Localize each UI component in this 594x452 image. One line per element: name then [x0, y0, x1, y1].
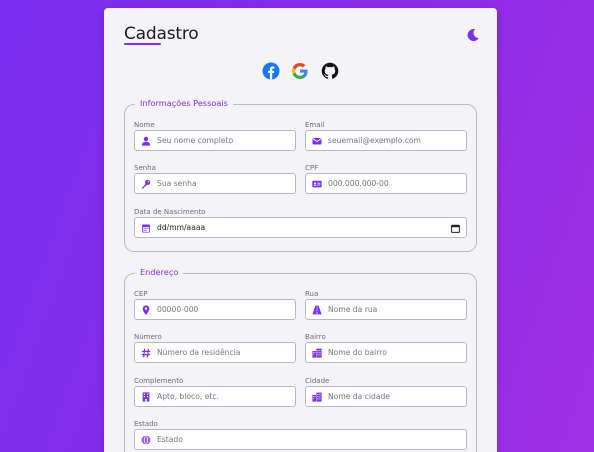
section-legend: Endereço [135, 267, 184, 277]
input-placeholder: seuemail@exemplo.com [328, 136, 421, 145]
cpf-input[interactable]: 000.000.000-00 [305, 173, 467, 194]
city-icon [312, 348, 322, 358]
input-placeholder: Número da residência [157, 348, 241, 357]
key-icon [142, 179, 151, 188]
input-placeholder: 00000-000 [157, 305, 199, 314]
cidade-input[interactable]: Nome da cidade [305, 386, 467, 407]
numero-input[interactable]: Número da residência [134, 342, 296, 363]
input-placeholder: 000.000.000-00 [328, 179, 389, 188]
city-icon [312, 392, 322, 402]
field-label: CEP [134, 290, 148, 298]
rua-input[interactable]: Nome da rua [305, 299, 467, 320]
map-pin-icon [142, 304, 150, 315]
input-placeholder: Nome da cidade [328, 392, 390, 401]
input-placeholder: Nome do bairro [328, 348, 387, 357]
hashtag-icon [141, 348, 151, 357]
date-value: dd/mm/aaaa [157, 223, 206, 232]
field-label: Data de Nascimento [134, 208, 206, 216]
senha-input[interactable]: Sua senha [134, 173, 296, 194]
field-label: Cidade [305, 377, 330, 385]
field-label: Rua [305, 290, 319, 298]
registration-card: Cadastro Informações Pessoais Nome Seu n… [104, 8, 497, 452]
road-icon [312, 305, 322, 314]
page-title: Cadastro [124, 24, 199, 44]
address-section: Endereço CEP 00000-000 Rua Nome da rua N… [124, 267, 477, 452]
github-icon[interactable] [321, 62, 339, 80]
google-icon[interactable] [291, 62, 309, 80]
email-input[interactable]: seuemail@exemplo.com [305, 130, 467, 151]
bairro-input[interactable]: Nome do bairro [305, 342, 467, 363]
globe-icon [141, 434, 151, 445]
moon-icon[interactable] [466, 28, 480, 42]
field-label: Número [134, 333, 162, 341]
calendar-picker-icon[interactable] [451, 224, 460, 233]
field-label: Complemento [134, 377, 184, 385]
field-label: Email [305, 121, 325, 129]
section-legend: Informações Pessoais [135, 98, 233, 108]
field-label: Bairro [305, 333, 326, 341]
field-label: Estado [134, 420, 158, 428]
input-placeholder: Seu nome completo [157, 136, 234, 145]
input-placeholder: Apto, bloco, etc. [157, 392, 219, 401]
estado-input[interactable]: Estado [134, 429, 467, 450]
nome-input[interactable]: Seu nome completo [134, 130, 296, 151]
building-icon [142, 391, 150, 402]
envelope-icon [312, 137, 322, 144]
personal-info-section: Informações Pessoais Nome Seu nome compl… [124, 98, 477, 252]
facebook-icon[interactable] [262, 62, 280, 80]
field-label: Senha [134, 164, 156, 172]
cep-input[interactable]: 00000-000 [134, 299, 296, 320]
input-placeholder: Nome da rua [328, 305, 378, 314]
title-underline [124, 43, 161, 45]
input-placeholder: Sua senha [157, 179, 197, 188]
field-label: CPF [305, 164, 319, 172]
calendar-icon [142, 224, 150, 232]
user-icon [141, 136, 151, 146]
input-placeholder: Estado [157, 435, 183, 444]
complemento-input[interactable]: Apto, bloco, etc. [134, 386, 296, 407]
nascimento-date-input[interactable]: dd/mm/aaaa [134, 217, 467, 238]
id-card-icon [312, 180, 322, 187]
field-label: Nome [134, 121, 155, 129]
